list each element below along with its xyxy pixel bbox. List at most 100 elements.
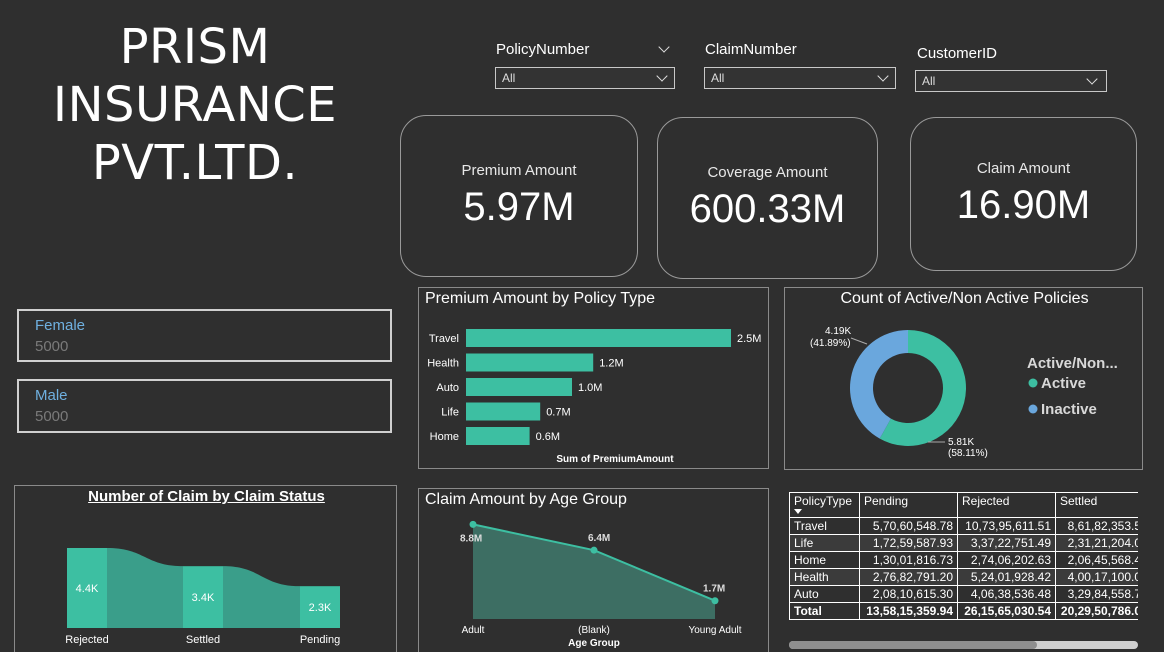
bar-chart-svg: Travel 2.5M Health 1.2M Auto 1.0M Life 0.7M Home… bbox=[427, 329, 761, 465]
bar-data-label: 0.7M bbox=[546, 407, 570, 419]
row-header: Travel bbox=[789, 517, 860, 535]
card-value: 600.33M bbox=[689, 187, 846, 231]
bar-data-label: 1.0M bbox=[578, 382, 602, 394]
ribbon-data-label: 3.4K bbox=[192, 592, 215, 604]
table-row[interactable]: Travel 5,70,60,548.78 10,73,95,611.51 8,61,… bbox=[789, 517, 1138, 535]
premium-amount-card[interactable]: Premium Amount 5.97M bbox=[400, 115, 638, 277]
slicer-label: CustomerID bbox=[917, 45, 998, 62]
bar-data-label: 0.6M bbox=[536, 431, 560, 443]
area-data-label: 8.8M bbox=[460, 533, 482, 544]
bar-home bbox=[466, 427, 530, 445]
donut-data-label: (41.89%) bbox=[810, 338, 851, 349]
bar-category-label: Auto bbox=[436, 382, 459, 394]
column-header[interactable]: Settled bbox=[1055, 492, 1138, 518]
company-title: PRISM INSURANCE PVT.LTD. bbox=[40, 18, 350, 192]
table-cell: 4,00,17,100.0 bbox=[1055, 568, 1138, 586]
x-axis-label: Settled bbox=[186, 634, 220, 646]
table-cell: 3,37,22,751.49 bbox=[957, 534, 1056, 552]
total-cell: Total bbox=[789, 602, 860, 620]
card-label: Coverage Amount bbox=[707, 164, 828, 181]
card-label: Claim Amount bbox=[976, 160, 1071, 177]
x-axis-label: Adult bbox=[462, 625, 485, 636]
bar-category-label: Travel bbox=[429, 333, 459, 345]
column-header[interactable]: PolicyType bbox=[789, 492, 860, 518]
legend-item-active: Active bbox=[1041, 375, 1086, 392]
slicer-policy-number: PolicyNumber All bbox=[495, 41, 676, 91]
company-title-line3: PVT.LTD. bbox=[91, 135, 299, 191]
area-point bbox=[469, 520, 477, 528]
table-cell: 3,29,84,558.7 bbox=[1055, 585, 1138, 603]
row-header: Health bbox=[789, 568, 860, 586]
slicer-claim-number: ClaimNumber All bbox=[704, 41, 897, 91]
bar-data-label: 2.5M bbox=[737, 333, 761, 345]
dropdown-value: All bbox=[711, 71, 725, 85]
donut-data-label: (58.11%) bbox=[948, 448, 988, 459]
bar-category-label: Home bbox=[430, 431, 459, 443]
row-header: Auto bbox=[789, 585, 860, 603]
slicer-label: ClaimNumber bbox=[705, 41, 797, 58]
column-header[interactable]: Pending bbox=[859, 492, 958, 518]
row-header: Home bbox=[789, 551, 860, 569]
column-header[interactable]: Rejected bbox=[957, 492, 1056, 518]
bar-health bbox=[466, 353, 594, 372]
coverage-amount-card[interactable]: Coverage Amount 600.33M bbox=[657, 117, 878, 279]
claims-matrix-table[interactable]: PolicyType Pending Rejected Settled Travel 5… bbox=[789, 492, 1138, 626]
bar-life bbox=[466, 402, 541, 421]
table-cell: 4,06,38,536.48 bbox=[957, 585, 1056, 603]
card-value: 5.97M bbox=[463, 185, 575, 229]
table-cell: 1,30,01,816.73 bbox=[859, 551, 958, 569]
chevron-down-icon bbox=[656, 70, 668, 82]
female-card[interactable]: Female 5000 bbox=[17, 309, 392, 362]
table-row[interactable]: Auto 2,08,10,615.30 4,06,38,536.48 3,29,84,… bbox=[789, 585, 1138, 603]
table-row[interactable]: Health 2,76,82,791.20 5,24,01,928.42 4,00,1… bbox=[789, 568, 1138, 586]
company-title-line2: INSURANCE bbox=[52, 77, 338, 133]
chevron-down-icon bbox=[1086, 73, 1098, 85]
slicer-customer-id: CustomerID All bbox=[915, 45, 1109, 95]
gender-label: Female bbox=[35, 317, 86, 334]
table-row[interactable]: Home 1,30,01,816.73 2,74,06,202.63 2,06,45,… bbox=[789, 551, 1138, 569]
company-title-line1: PRISM bbox=[119, 19, 271, 75]
dropdown-value: All bbox=[922, 74, 936, 88]
sort-descending-icon[interactable] bbox=[794, 509, 802, 514]
table-cell: 5,24,01,928.42 bbox=[957, 568, 1056, 586]
legend-dot-active bbox=[1028, 378, 1038, 388]
claim-amount-card[interactable]: Claim Amount 16.90M bbox=[910, 117, 1137, 271]
bar-category-label: Life bbox=[441, 407, 459, 419]
dropdown-value: All bbox=[502, 71, 516, 85]
bar-travel bbox=[466, 329, 731, 347]
area-data-label: 1.7M bbox=[703, 584, 725, 595]
total-cell: 26,15,65,030.54 bbox=[957, 602, 1056, 620]
total-cell: 13,58,15,359.94 bbox=[859, 602, 958, 620]
gender-label: Male bbox=[35, 387, 68, 404]
total-cell: 20,29,50,786.0 bbox=[1055, 602, 1138, 620]
table-cell: 2,08,10,615.30 bbox=[859, 585, 958, 603]
x-axis-label: (Blank) bbox=[578, 625, 610, 636]
table-row[interactable]: Life 1,72,59,587.93 3,37,22,751.49 2,31,21,… bbox=[789, 534, 1138, 552]
card-label: Premium Amount bbox=[461, 162, 577, 179]
male-card[interactable]: Male 5000 bbox=[17, 379, 392, 433]
donut-chart-svg: 5.81K(58.11%) 4.19K(41.89%) Active/Non... A… bbox=[810, 326, 1118, 459]
bar-data-label: 1.2M bbox=[599, 358, 623, 370]
table-total-row: Total 13,58,15,359.94 26,15,65,030.54 20,29… bbox=[789, 602, 1138, 620]
table-scrollbar-thumb[interactable] bbox=[789, 641, 1037, 649]
donut-data-label: 5.81K bbox=[948, 437, 974, 448]
table-cell: 2,74,06,202.63 bbox=[957, 551, 1056, 569]
table-cell: 2,76,82,791.20 bbox=[859, 568, 958, 586]
bar-category-label: Health bbox=[427, 358, 459, 370]
claim-number-dropdown[interactable]: All bbox=[704, 67, 896, 89]
area-point bbox=[590, 546, 598, 554]
legend-dot-inactive bbox=[1028, 404, 1038, 414]
ribbon-chart-svg: 4.4K Rejected 3.4K Settled 2.3K Pending bbox=[65, 548, 340, 646]
area-point bbox=[711, 597, 719, 605]
legend-item-inactive: Inactive bbox=[1041, 401, 1097, 418]
ribbon-connector bbox=[107, 548, 183, 628]
x-axis-title: Age Group bbox=[568, 638, 620, 649]
chevron-down-icon bbox=[877, 70, 889, 82]
customer-id-dropdown[interactable]: All bbox=[915, 70, 1107, 92]
x-axis-label: Rejected bbox=[65, 634, 108, 646]
premium-by-policy-type-chart[interactable]: Premium Amount by Policy Type Travel 2.5M… bbox=[418, 287, 769, 469]
claim-by-age-group-chart[interactable]: Claim Amount by Age Group 8.8M Adult 6.4M(… bbox=[418, 488, 769, 652]
active-policies-donut-chart[interactable]: Count of Active/Non Active Policies 5.81… bbox=[784, 287, 1143, 470]
claims-by-status-chart[interactable]: Number of Claim by Claim Status 4.4K Reje… bbox=[14, 485, 397, 652]
policy-number-dropdown[interactable]: All bbox=[495, 67, 675, 89]
